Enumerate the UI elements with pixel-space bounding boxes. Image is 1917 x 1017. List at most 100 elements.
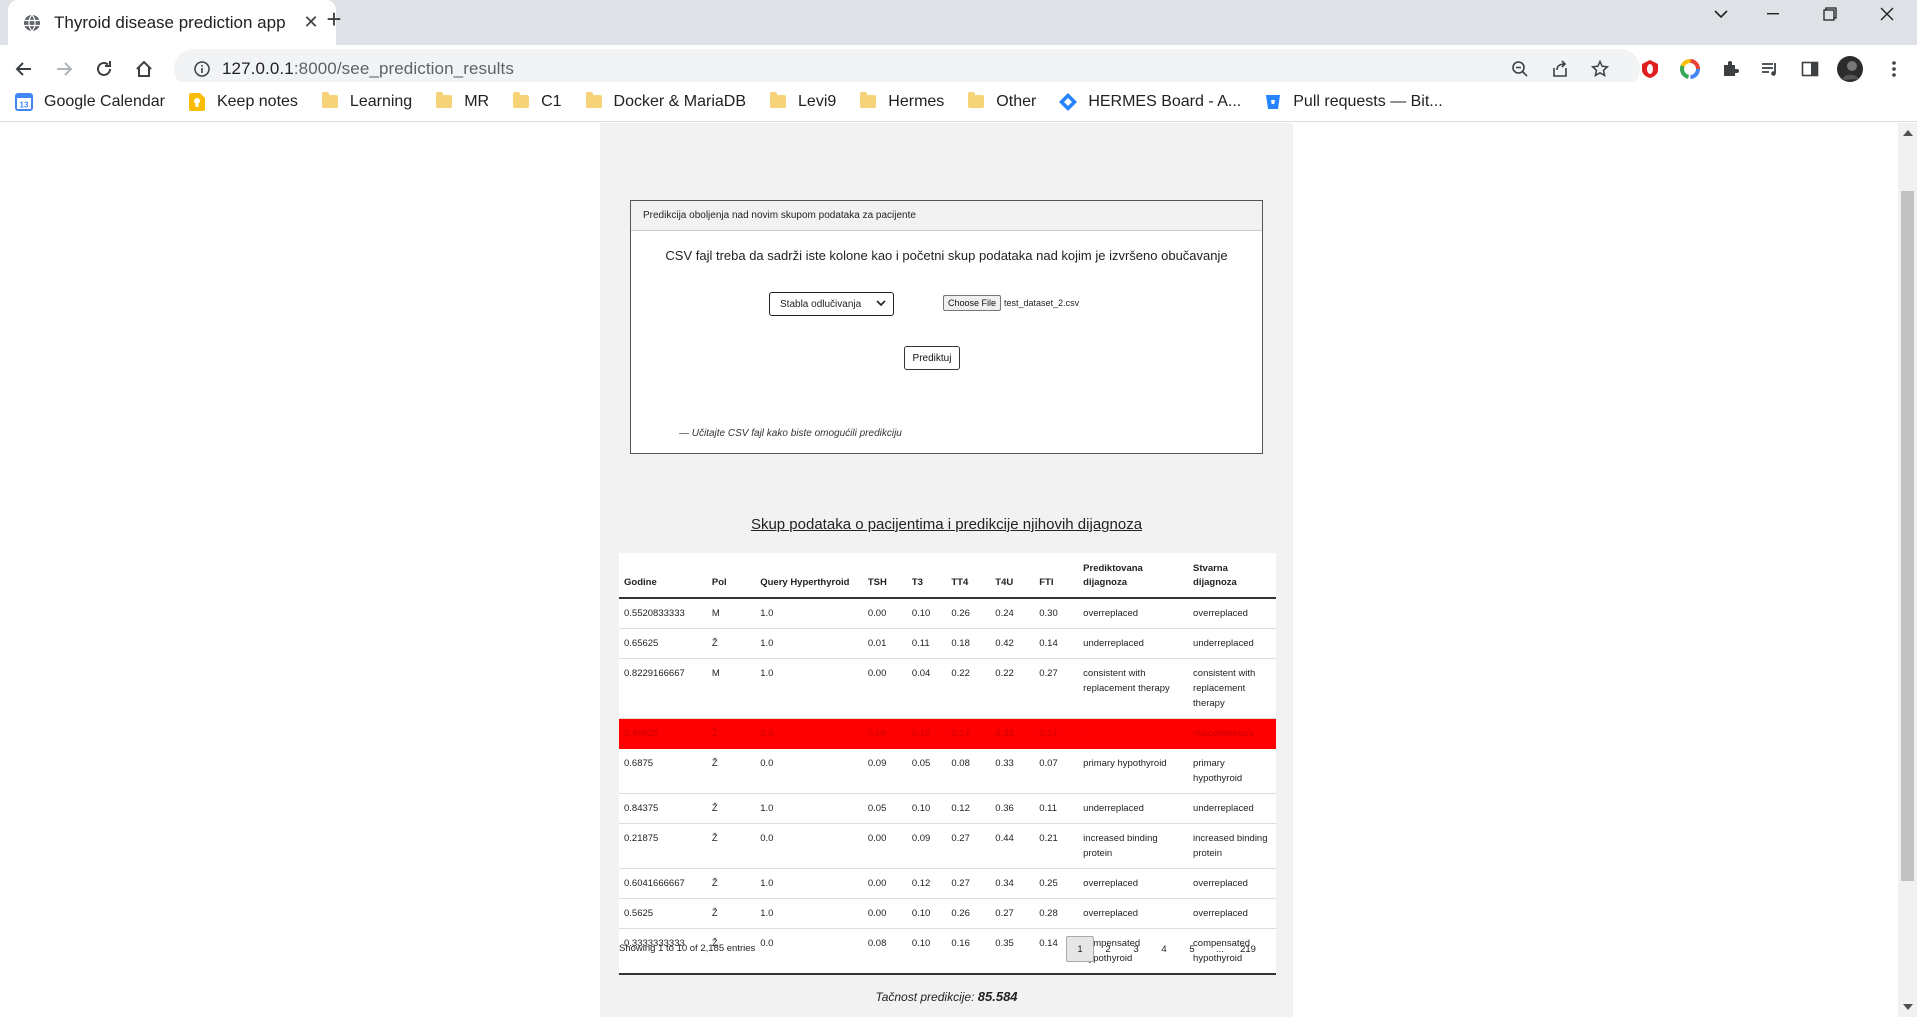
pagination-page[interactable]: 5 xyxy=(1178,936,1206,962)
forward-icon[interactable] xyxy=(48,53,80,85)
bookmark-mr[interactable]: MR xyxy=(434,92,489,111)
back-icon[interactable] xyxy=(8,53,40,85)
bookmark-star-icon[interactable] xyxy=(1584,53,1616,85)
reload-icon[interactable] xyxy=(88,53,120,85)
table-cell: 0.0 xyxy=(755,823,863,869)
table-cell: 0.34 xyxy=(990,868,1035,899)
extensions-puzzle-icon[interactable] xyxy=(1714,53,1746,85)
table-cell: M xyxy=(706,598,756,629)
table-cell: consistent with replacement therapy xyxy=(1188,658,1276,719)
restore-button[interactable] xyxy=(1808,0,1852,28)
predict-button[interactable]: Prediktuj xyxy=(904,346,960,370)
folder-icon xyxy=(858,92,878,111)
bookmark-docker-mariadb[interactable]: Docker & MariaDB xyxy=(584,92,746,111)
share-icon[interactable] xyxy=(1544,53,1576,85)
bookmark-c1[interactable]: C1 xyxy=(511,92,562,111)
site-info-icon[interactable] xyxy=(182,61,222,77)
side-panel-icon[interactable] xyxy=(1794,53,1826,85)
table-cell: increased binding protein xyxy=(1188,823,1276,869)
bookmark-pull-requests[interactable]: Pull requests — Bit... xyxy=(1263,93,1443,111)
pagination-ellipsis: ... xyxy=(1216,943,1224,955)
table-cell: 0.11 xyxy=(1034,793,1079,824)
table-cell: 0.5520833333 xyxy=(619,598,707,629)
table-cell: consistent with replacement therapy xyxy=(1078,658,1189,719)
file-input[interactable]: Choose File test_dataset_2.csv xyxy=(943,295,1079,311)
column-header[interactable]: TSH xyxy=(862,553,907,599)
table-row: 0.6875 Ž 0.0 0.09 0.05 0.08 0.33 0.07 primary hy… xyxy=(619,748,1276,794)
column-header[interactable]: FTI xyxy=(1034,553,1079,599)
table-row: 0.6041666667 Ž 1.0 0.00 0.12 0.27 0.34 0.25 over… xyxy=(619,868,1276,899)
form-footnote: — Učitajte CSV fajl kako biste omogućili… xyxy=(679,428,902,439)
minimize-button[interactable] xyxy=(1751,0,1795,28)
column-header[interactable]: Stvarna dijagnoza xyxy=(1188,553,1276,599)
column-header[interactable]: TT4 xyxy=(946,553,991,599)
tab-title: Thyroid disease prediction app xyxy=(54,12,286,32)
folder-icon xyxy=(320,92,340,111)
table-cell: 0.08 xyxy=(946,748,991,794)
media-control-icon[interactable] xyxy=(1754,53,1786,85)
scroll-down-arrow-icon[interactable] xyxy=(1903,1004,1913,1010)
bookmark-hermes[interactable]: Hermes xyxy=(858,92,944,111)
bookmark-other[interactable]: Other xyxy=(966,92,1036,111)
table-cell: 0.00 xyxy=(862,898,907,929)
table-cell: 0.09 xyxy=(906,823,947,869)
table-cell: 1.0 xyxy=(755,598,863,629)
bookmark-levi9[interactable]: Levi9 xyxy=(768,92,836,111)
table-row: 0.84375 Ž 1.0 0.05 0.10 0.12 0.36 0.11 underrepl… xyxy=(619,793,1276,824)
scrollbar-thumb[interactable] xyxy=(1901,191,1914,881)
table-cell: 0.17 xyxy=(946,718,991,749)
table-cell: underreplaced xyxy=(1188,793,1276,824)
scroll-up-arrow-icon[interactable] xyxy=(1903,130,1913,136)
table-cell: primary hypothyroid xyxy=(1188,748,1276,794)
tab-active[interactable]: Thyroid disease prediction app ✕ xyxy=(8,0,336,45)
table-cell: Ž xyxy=(706,718,756,749)
folder-icon xyxy=(511,92,531,111)
table-cell: overreplaced xyxy=(1188,868,1276,899)
pagination-page[interactable]: 2 xyxy=(1094,936,1122,962)
table-cell: Ž xyxy=(706,898,756,929)
new-tab-button[interactable]: + xyxy=(318,3,350,35)
bookmark-google-calendar[interactable]: 13 Google Calendar xyxy=(14,92,165,111)
bookmark-learning[interactable]: Learning xyxy=(320,92,412,111)
column-header[interactable]: Pol xyxy=(706,553,756,599)
table-cell: 0.05 xyxy=(862,793,907,824)
file-name: test_dataset_2.csv xyxy=(1004,298,1080,308)
pagination-page[interactable]: 1 xyxy=(1066,936,1094,962)
table-cell: 0.10 xyxy=(906,793,947,824)
bookmark-keep-notes[interactable]: Keep notes xyxy=(187,92,298,111)
column-header[interactable]: T4U xyxy=(990,553,1035,599)
table-cell: 0.21 xyxy=(1034,823,1079,869)
column-header[interactable]: T3 xyxy=(906,553,947,599)
opera-extension-icon[interactable] xyxy=(1634,53,1666,85)
profile-avatar[interactable] xyxy=(1834,53,1866,85)
table-cell: 0.33 xyxy=(990,748,1035,794)
close-window-button[interactable] xyxy=(1865,0,1909,28)
table-title: Skup podataka o pacijentima i predikcije… xyxy=(750,516,1143,533)
pagination-page[interactable]: 3 xyxy=(1122,936,1150,962)
table-cell: 0.21875 xyxy=(619,823,707,869)
table-cell: 0.27 xyxy=(946,823,991,869)
column-header[interactable]: Godine xyxy=(619,553,707,599)
home-icon[interactable] xyxy=(128,53,160,85)
zoom-icon[interactable] xyxy=(1504,53,1536,85)
menu-kebab-icon[interactable] xyxy=(1878,53,1910,85)
model-select[interactable]: Stabla odlučivanja xyxy=(769,292,894,316)
column-header[interactable]: Query Hyperthyroid xyxy=(755,553,863,599)
pagination-page[interactable]: 219 xyxy=(1234,936,1262,962)
pagination-page[interactable]: 4 xyxy=(1150,936,1178,962)
page-scrollbar[interactable] xyxy=(1898,123,1917,1017)
color-extension-icon[interactable] xyxy=(1674,53,1706,85)
column-header[interactable]: Prediktovana dijagnoza xyxy=(1078,553,1189,599)
table-cell: miscellaneous xyxy=(1188,718,1276,749)
table-cell: underreplaced xyxy=(1078,793,1189,824)
tab-search-icon[interactable] xyxy=(1699,0,1743,28)
table-cell: overreplaced xyxy=(1188,898,1276,929)
table-cell: 0.27 xyxy=(990,898,1035,929)
table-cell: 0.28 xyxy=(1034,898,1079,929)
bookmark-hermes-board[interactable]: HERMES Board - A... xyxy=(1058,92,1241,111)
table-cell: overreplaced xyxy=(1078,598,1189,629)
folder-icon xyxy=(584,92,604,111)
pagination: 1 2 3 4 5... 219 xyxy=(1066,936,1262,962)
choose-file-button[interactable]: Choose File xyxy=(943,295,1002,311)
table-cell: 0.5625 xyxy=(619,898,707,929)
